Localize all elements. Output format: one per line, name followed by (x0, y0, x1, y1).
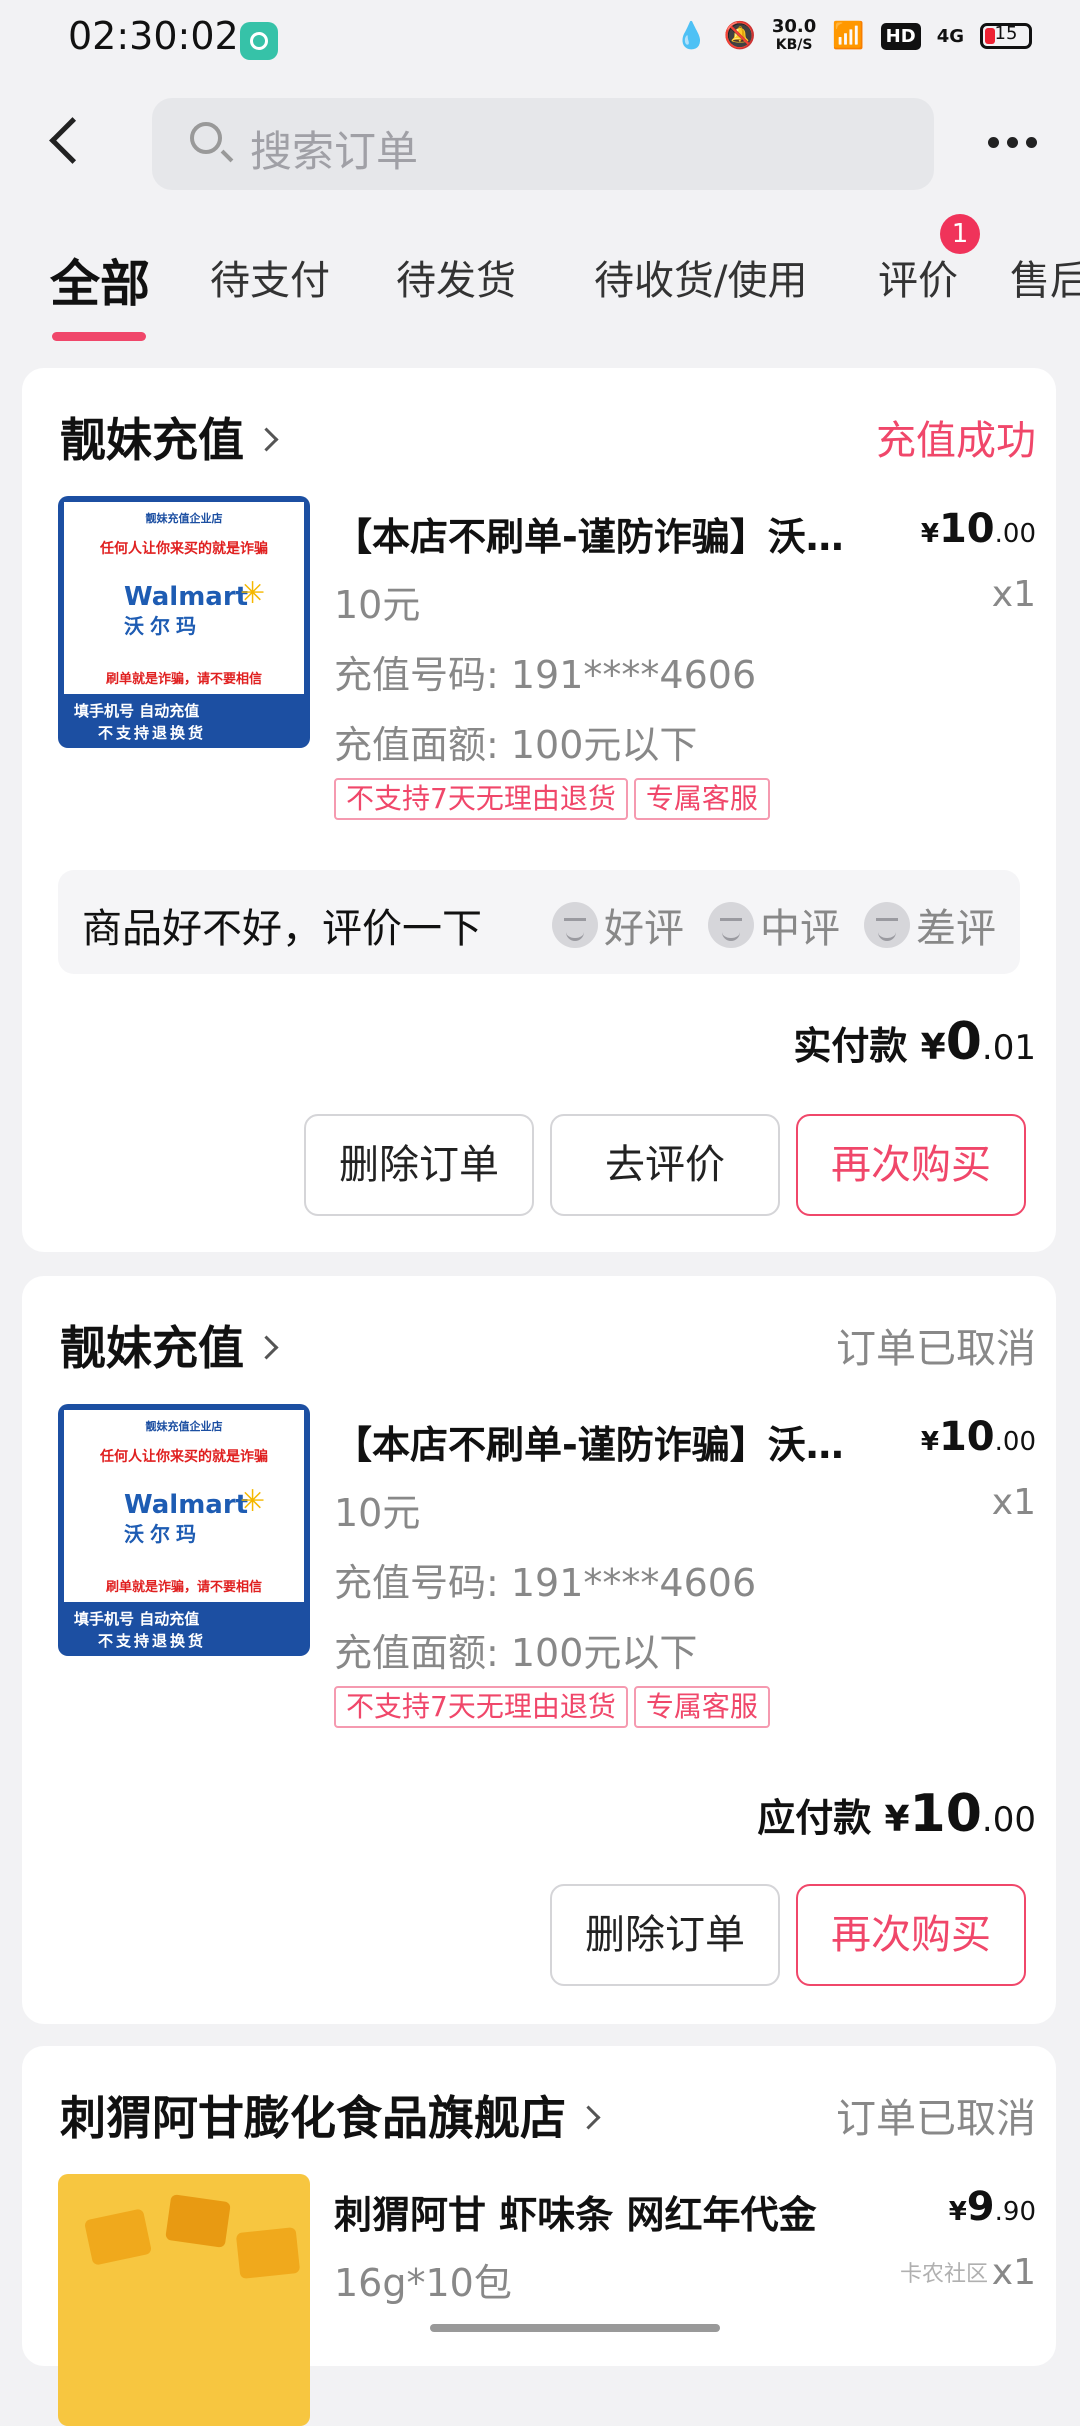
order-card: 靓妹充值 订单已取消 靓妹充值企业店 任何人让你来买的就是诈骗 Walmart … (22, 1276, 1056, 2024)
status-time: 02:30:02 (68, 14, 239, 58)
buy-again-button[interactable]: 再次购买 (796, 1884, 1026, 1986)
rate-bad-button[interactable]: 差评 (864, 896, 996, 954)
signal-4g-icon: 4G (936, 25, 964, 47)
search-placeholder: 搜索订单 (250, 127, 419, 176)
bell-muted-icon: 🔕 (723, 21, 756, 51)
home-indicator[interactable] (430, 2324, 720, 2332)
recharge-amount: 充值面额: 100元以下 (334, 1631, 698, 1675)
product-spec: 10元 (334, 583, 421, 627)
product-thumbnail[interactable]: 靓妹充值企业店 任何人让你来买的就是诈骗 Walmart ✳ 沃尔玛 刷单就是诈… (58, 496, 310, 748)
status-bar: 02:30:02 💧 🔕 30.0 KB/S 📶 HD 4G 15 (0, 0, 1080, 84)
write-review-button[interactable]: 去评价 (550, 1114, 780, 1216)
review-count-badge: 1 (940, 214, 980, 254)
recharge-number: 充值号码: 191****4606 (334, 653, 757, 697)
product-thumbnail[interactable] (58, 2174, 310, 2426)
product-price: ¥10.00 (920, 1414, 1036, 1460)
shop-name-link[interactable]: 靓妹充值 (60, 404, 279, 470)
tag-exclusive-service: 专属客服 (633, 778, 770, 820)
product-spec: 10元 (334, 1491, 421, 1535)
walmart-spark-icon: ✳ (240, 576, 266, 611)
watermark: 卡农社区 (900, 2262, 989, 2287)
product-title[interactable]: 刺猬阿甘 虾味条 网红年代金 (334, 2184, 854, 2239)
order-status: 订单已取消 (836, 2096, 1036, 2142)
product-title[interactable]: 【本店不刷单-谨防诈骗】沃尔玛 (334, 506, 854, 561)
chevron-right-icon (254, 427, 279, 452)
buy-again-button[interactable]: 再次购买 (796, 1114, 1026, 1216)
network-speed: 30.0 KB/S (771, 16, 817, 54)
tab-pending-payment[interactable]: 待支付 (210, 248, 330, 306)
chevron-right-icon (576, 2105, 601, 2130)
product-price: ¥9.90 (948, 2184, 1036, 2230)
product-quantity: x1 (991, 2252, 1036, 2293)
neutral-face-icon (708, 902, 754, 948)
product-spec: 16g*10包 (334, 2261, 512, 2305)
order-card: 刺猬阿甘膨化食品旗舰店 订单已取消 刺猬阿甘 虾味条 网红年代金 ¥9.90 x… (22, 2046, 1056, 2426)
wifi-icon: 📶 (832, 21, 865, 51)
smile-face-icon (552, 902, 598, 948)
order-status: 充值成功 (876, 418, 1036, 464)
search-icon (190, 122, 222, 154)
product-thumbnail[interactable]: 靓妹充值企业店 任何人让你来买的就是诈骗 Walmart ✳ 沃尔玛 刷单就是诈… (58, 1404, 310, 1656)
shop-name-link[interactable]: 靓妹充值 (60, 1312, 279, 1378)
more-menu-button[interactable] (988, 128, 1048, 156)
product-price: ¥10.00 (920, 506, 1036, 552)
recharge-amount: 充值面额: 100元以下 (334, 723, 698, 767)
tab-after-sales[interactable]: 售后 (1010, 248, 1080, 306)
shop-name-link[interactable]: 刺猬阿甘膨化食品旗舰店 (60, 2082, 601, 2148)
hd-icon: HD (880, 22, 921, 50)
back-button[interactable] (40, 112, 100, 172)
product-quantity: x1 (991, 1482, 1036, 1523)
product-quantity: x1 (991, 574, 1036, 615)
rating-prompt: 商品好不好，评价一下 好评 中评 差评 (58, 870, 1020, 974)
order-tabs: 全部 待支付 待发货 待收货/使用 评价 售后 (0, 232, 1080, 352)
chat-app-icon (240, 22, 278, 60)
recharge-number: 充值号码: 191****4606 (334, 1561, 757, 1605)
service-tags: 不支持7天无理由退货 专属客服 (334, 1686, 770, 1728)
order-status: 订单已取消 (836, 1326, 1036, 1372)
rate-neutral-button[interactable]: 中评 (708, 896, 840, 954)
search-input[interactable]: 搜索订单 (152, 98, 934, 190)
order-total: 应付款 ¥10.00 (757, 1784, 1036, 1844)
delete-order-button[interactable]: 删除订单 (304, 1114, 534, 1216)
rate-good-button[interactable]: 好评 (552, 896, 684, 954)
tab-pending-shipment[interactable]: 待发货 (396, 248, 516, 306)
tab-all[interactable]: 全部 (50, 244, 150, 316)
battery-icon: 15 (980, 23, 1032, 49)
delete-order-button[interactable]: 删除订单 (550, 1884, 780, 1986)
tab-review[interactable]: 评价 (878, 248, 958, 306)
service-tags: 不支持7天无理由退货 专属客服 (334, 778, 770, 820)
product-title[interactable]: 【本店不刷单-谨防诈骗】沃尔玛 (334, 1414, 854, 1469)
drop-icon: 💧 (675, 21, 708, 51)
order-card: 靓妹充值 充值成功 靓妹充值企业店 任何人让你来买的就是诈骗 Walmart ✳… (22, 368, 1056, 1252)
order-total: 实付款 ¥0.01 (793, 1012, 1036, 1072)
tag-exclusive-service: 专属客服 (633, 1686, 770, 1728)
tag-no-return: 不支持7天无理由退货 (334, 778, 628, 820)
tag-no-return: 不支持7天无理由退货 (334, 1686, 628, 1728)
tab-active-indicator (52, 332, 146, 341)
chevron-right-icon (254, 1335, 279, 1360)
sad-face-icon (864, 902, 910, 948)
walmart-spark-icon: ✳ (240, 1484, 266, 1519)
tab-pending-receipt[interactable]: 待收货/使用 (594, 248, 807, 306)
